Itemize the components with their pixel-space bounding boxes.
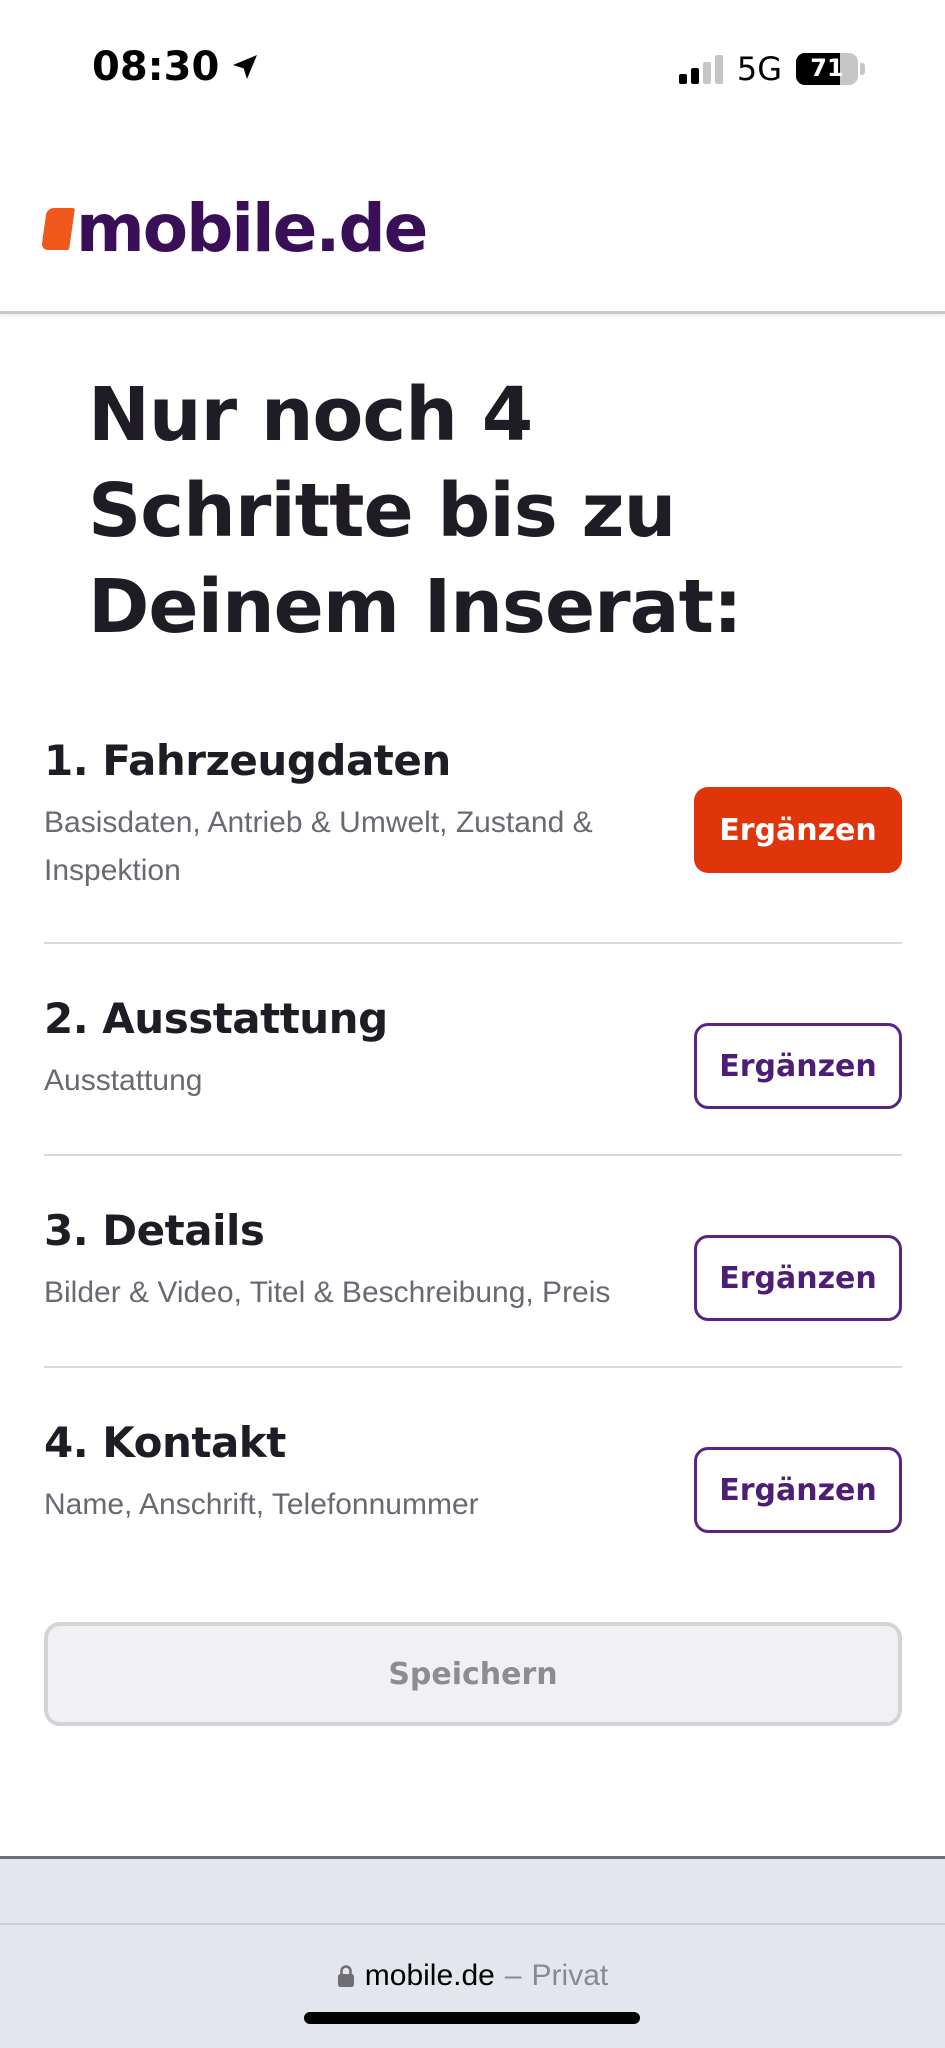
location-arrow-icon	[233, 55, 258, 79]
toolbar-divider	[0, 1923, 945, 1925]
step-title: 1. Fahrzeugdaten	[44, 736, 451, 785]
lock-icon	[337, 1965, 354, 1987]
network-type: 5G	[736, 50, 782, 88]
logo-text: mobile.de	[76, 190, 428, 267]
step-kontakt: 4. Kontakt Name, Anschrift, Telefonnumme…	[44, 1418, 902, 1533]
step-description: Name, Anschrift, Telefonnummer	[44, 1488, 479, 1521]
step-description: Basisdaten, Antrieb & Umwelt, Zustand & …	[44, 806, 593, 887]
status-time-group: 08:30	[92, 44, 261, 90]
private-mode-label: Privat	[531, 1959, 609, 1992]
complete-fahrzeugdaten-button[interactable]: Ergänzen	[694, 787, 902, 873]
status-bar: 08:30 5G 71	[0, 0, 945, 120]
complete-kontakt-button[interactable]: Ergänzen	[694, 1447, 902, 1533]
step-description: Ausstattung	[44, 1064, 203, 1097]
cellular-signal-icon	[678, 54, 723, 84]
complete-ausstattung-button[interactable]: Ergänzen	[694, 1023, 902, 1109]
step-fahrzeugdaten: 1. Fahrzeugdaten Basisdaten, Antrieb & U…	[44, 736, 902, 895]
page-title: Nur noch 4 Schritte bis zu Deinem Insera…	[88, 372, 743, 650]
step-ausstattung: 2. Ausstattung Ausstattung Ergänzen	[44, 994, 902, 1109]
save-button[interactable]: Speichern	[44, 1622, 902, 1726]
status-time: 08:30	[92, 44, 220, 90]
battery-icon: 71	[796, 53, 858, 85]
step-description: Bilder & Video, Titel & Beschreibung, Pr…	[44, 1276, 611, 1309]
status-indicators: 5G 71	[678, 50, 865, 88]
step-details: 3. Details Bilder & Video, Titel & Besch…	[44, 1206, 902, 1321]
divider	[44, 1366, 902, 1368]
url-separator: –	[504, 1959, 522, 1992]
url-domain: mobile.de	[364, 1959, 495, 1992]
divider	[44, 942, 902, 944]
battery-percentage: 71	[810, 54, 844, 82]
home-indicator[interactable]	[304, 2012, 640, 2024]
complete-details-button[interactable]: Ergänzen	[694, 1235, 902, 1321]
address-bar[interactable]: mobile.de – Privat	[0, 1959, 945, 1993]
site-header: mobile.de	[0, 120, 945, 314]
divider	[44, 1154, 902, 1156]
logo-mark-icon	[41, 208, 75, 250]
mobile-de-logo[interactable]: mobile.de	[41, 190, 428, 267]
battery-cap	[860, 63, 865, 75]
